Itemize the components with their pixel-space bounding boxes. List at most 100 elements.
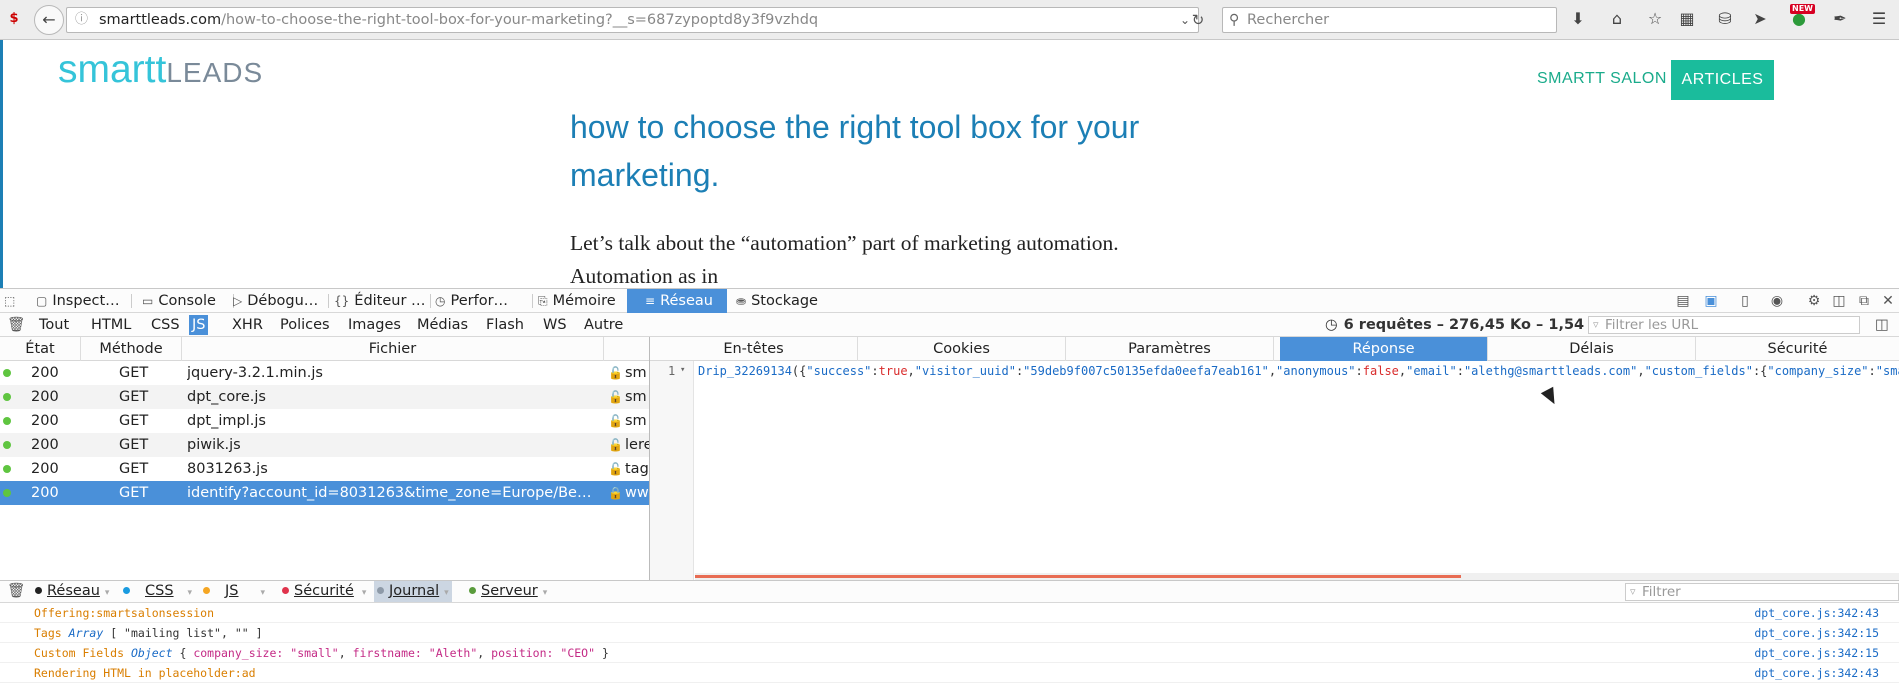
source-link[interactable]: dpt_core.js:342:15	[1754, 643, 1879, 663]
console-filter-css[interactable]: CSS ▾	[120, 581, 195, 602]
article-paragraph-line: Automation as in	[570, 264, 719, 288]
send-icon[interactable]: ➤	[1749, 8, 1771, 30]
tab-params[interactable]: Paramètres	[1066, 337, 1274, 361]
filter-polices[interactable]: Polices	[277, 315, 333, 335]
page-left-border	[0, 40, 3, 288]
clear-console-trash-icon[interactable]: 🗑	[4, 581, 28, 602]
server-dot-icon	[469, 587, 476, 594]
filter-tout[interactable]: Tout	[36, 315, 72, 335]
device-icon[interactable]: ▯	[1734, 289, 1756, 313]
request-row[interactable]: 200 GET jquery-3.2.1.min.js 🔓 sm	[0, 361, 649, 385]
console-filter-bar: 🗑 Réseau ▾ CSS ▾ JS ▾ Sécurité ▾ Journal ▾ Se…	[0, 580, 1899, 603]
detail-tabs: En-têtes Cookies Paramètres Réponse Déla…	[650, 337, 1899, 361]
filter-ws[interactable]: WS	[540, 315, 570, 335]
filter-autre[interactable]: Autre	[581, 315, 626, 335]
inspector-icon: ▢	[36, 294, 48, 308]
eyedropper-icon[interactable]: ✒	[1829, 8, 1851, 30]
menu-icon[interactable]: ☰	[1868, 8, 1890, 30]
filter-images[interactable]: Images	[345, 315, 404, 335]
back-button[interactable]: ←	[34, 5, 64, 35]
filter-js[interactable]: JS	[189, 315, 209, 335]
toggle-sidebar-icon[interactable]: ◫	[1872, 315, 1892, 335]
request-row[interactable]: 200 GET piwik.js 🔓 lere	[0, 433, 649, 457]
column-status[interactable]: État	[0, 337, 81, 361]
console-filter-log[interactable]: Journal ▾	[374, 581, 452, 602]
tab-storage[interactable]: ⛂ Stockage	[732, 289, 832, 313]
source-link[interactable]: dpt_core.js:342:15	[1754, 623, 1879, 643]
site-logo[interactable]: smarttLEADS	[58, 48, 263, 92]
line-number: 1	[668, 364, 676, 378]
console-message: Offering:smartsalonsession dpt_core.js:3…	[0, 603, 1899, 623]
source-link[interactable]: dpt_core.js:342:43	[1754, 603, 1879, 623]
url-bar[interactable]: ⓘ smarttleads.com/how-to-choose-the-righ…	[66, 7, 1199, 33]
clear-trash-icon[interactable]: 🗑	[4, 315, 28, 335]
addon-icon[interactable]: $	[3, 8, 25, 30]
fold-arrow-icon[interactable]: ▾	[680, 365, 685, 375]
tab-style-editor[interactable]: {} Éditeur …	[331, 289, 431, 313]
console-filter-security[interactable]: Sécurité ▾	[279, 581, 369, 602]
request-row-selected[interactable]: 200 GET identify?account_id=8031263&time_z…	[0, 481, 649, 505]
split-console-icon[interactable]: ▣	[1700, 289, 1722, 313]
filter-medias[interactable]: Médias	[414, 315, 471, 335]
scrollbar-thumb[interactable]	[695, 575, 1461, 578]
tab-inspector[interactable]: ▢ Inspect…	[32, 289, 132, 313]
home-icon[interactable]: ⌂	[1606, 8, 1628, 30]
dock-side-icon[interactable]: ◫	[1828, 289, 1850, 313]
column-file[interactable]: Fichier	[182, 337, 604, 361]
screenshot-icon[interactable]: ◉	[1766, 289, 1788, 313]
response-code: Drip_32269134({"success":true,"visitor_u…	[698, 364, 1899, 378]
column-method[interactable]: Méthode	[81, 337, 182, 361]
library-icon[interactable]: ▦	[1676, 8, 1698, 30]
line-gutter: 1 ▾	[650, 361, 694, 580]
close-devtools-icon[interactable]: ✕	[1877, 289, 1899, 313]
request-row[interactable]: 200 GET dpt_core.js 🔓 sm	[0, 385, 649, 409]
status-dot	[3, 393, 11, 401]
console-filter-network[interactable]: Réseau ▾	[32, 581, 112, 602]
request-row[interactable]: 200 GET dpt_impl.js 🔓 sm	[0, 409, 649, 433]
pick-element-icon[interactable]: ⬚	[4, 289, 32, 313]
timer-icon: ◷	[1325, 317, 1338, 333]
tab-timings[interactable]: Délais	[1488, 337, 1696, 361]
reload-icon[interactable]: ↻	[1186, 7, 1210, 33]
console-filter-js[interactable]: JS ▾	[200, 581, 268, 602]
console-message: Rendering HTML in placeholder:ad dpt_cor…	[0, 663, 1899, 683]
tab-security[interactable]: Sécurité	[1696, 337, 1899, 361]
settings-gear-icon[interactable]: ⚙	[1803, 289, 1825, 313]
tab-debugger[interactable]: ▷ Débogu…	[229, 289, 329, 313]
performance-icon: ◷	[435, 294, 446, 308]
style-editor-icon: {}	[334, 294, 350, 308]
undock-icon[interactable]: ⧉	[1853, 289, 1875, 313]
nav-articles-button[interactable]: ARTICLES	[1671, 60, 1774, 100]
filter-html[interactable]: HTML	[88, 315, 134, 335]
url-filter-input[interactable]: ▿ Filtrer les URL	[1588, 316, 1860, 334]
tab-memory[interactable]: ⎘ Mémoire	[535, 289, 627, 313]
filter-css[interactable]: CSS	[148, 315, 183, 335]
tab-console[interactable]: ▭ Console	[138, 289, 234, 313]
console-filter-server[interactable]: Serveur ▾	[466, 581, 550, 602]
nav-smartt-salon-link[interactable]: SMARTT SALON	[1537, 70, 1667, 88]
response-viewer[interactable]: 1 ▾ Drip_32269134({"success":true,"visit…	[650, 361, 1899, 580]
info-icon[interactable]: ⓘ	[75, 8, 88, 32]
insecure-lock-icon: 🔓	[608, 462, 623, 476]
console-message: Tags Array [ "mailing list", "" ] dpt_co…	[0, 623, 1899, 643]
responsive-design-icon[interactable]: ▤	[1672, 289, 1694, 313]
search-input[interactable]: ⚲ Rechercher	[1222, 7, 1557, 33]
url-text: smarttleads.com/how-to-choose-the-right-…	[99, 8, 818, 32]
console-filter-input[interactable]: ▿ Filtrer	[1625, 583, 1899, 601]
download-icon[interactable]: ⬇	[1567, 8, 1589, 30]
console-icon: ▭	[142, 294, 154, 308]
filter-flash[interactable]: Flash	[483, 315, 527, 335]
tab-cookies[interactable]: Cookies	[858, 337, 1066, 361]
tab-performance[interactable]: ◷ Perfor…	[433, 289, 533, 313]
tab-headers[interactable]: En-têtes	[650, 337, 858, 361]
article-body: Let’s talk about the “automation” part o…	[570, 227, 1330, 288]
tab-network[interactable]: ≡ Réseau	[627, 289, 727, 313]
request-row[interactable]: 200 GET 8031263.js 🔓 tag	[0, 457, 649, 481]
tab-response[interactable]: Réponse	[1280, 337, 1488, 361]
source-link[interactable]: dpt_core.js:342:43	[1754, 663, 1879, 683]
bookmark-star-icon[interactable]: ☆	[1644, 8, 1666, 30]
filter-icon: ▿	[1593, 318, 1599, 331]
horizontal-scrollbar[interactable]	[695, 573, 1899, 580]
pocket-icon[interactable]: ⛁	[1714, 8, 1736, 30]
filter-xhr[interactable]: XHR	[229, 315, 266, 335]
